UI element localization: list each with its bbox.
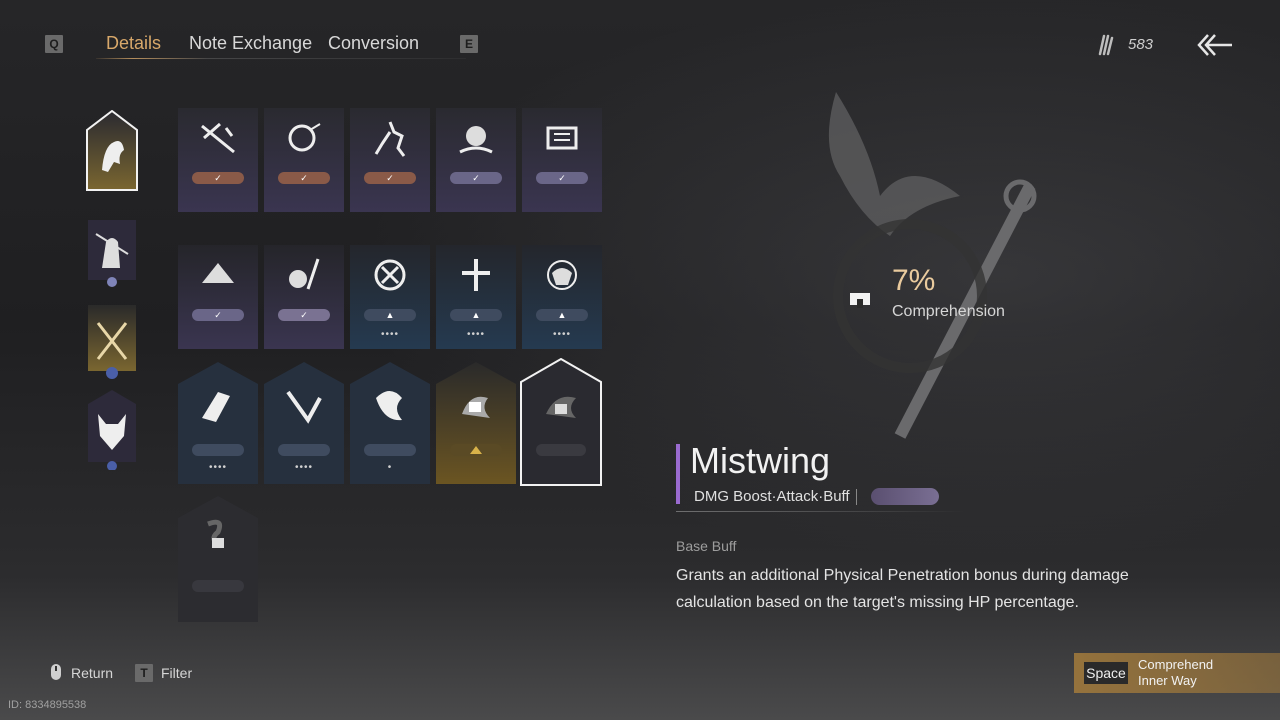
space-key: Space — [1084, 662, 1128, 684]
item-description: Grants an additional Physical Penetratio… — [676, 567, 1129, 611]
tab-conversion[interactable]: Conversion — [328, 33, 419, 54]
chains-icon — [459, 126, 493, 154]
shell-icon — [288, 123, 321, 152]
item-title: Mistwing — [690, 440, 831, 481]
item-tags: DMG Boost·Attack·Buff — [694, 488, 850, 505]
category-swordsman[interactable] — [88, 220, 136, 298]
inner-way-card[interactable]: ▲ •••• — [522, 245, 602, 349]
star-dots: •••• — [294, 462, 313, 473]
title-divider — [676, 511, 966, 512]
filter-key[interactable]: T — [135, 664, 153, 682]
tier-pill — [871, 488, 939, 505]
player-id: ID: 8334895538 — [8, 699, 87, 711]
tier-pill: ✓ — [278, 309, 330, 321]
inner-way-card[interactable]: ✓ — [350, 108, 430, 212]
inner-way-card[interactable] — [436, 362, 516, 484]
inner-way-card[interactable]: •••• — [264, 362, 344, 484]
return-button[interactable]: Return — [71, 665, 113, 681]
inner-way-card[interactable]: ✓ — [178, 108, 258, 212]
tier-pill: ▲ — [450, 309, 502, 321]
tab-details[interactable]: Details — [106, 33, 161, 54]
tier-pill: ✓ — [192, 309, 244, 321]
star-dots: • — [387, 462, 393, 473]
star-dots: •••• — [208, 462, 227, 473]
inner-way-card[interactable]: ▲ •••• — [350, 245, 430, 349]
gourd-sword-icon — [289, 258, 320, 290]
category-wolf[interactable] — [88, 390, 136, 470]
title-accent-bar — [676, 444, 680, 504]
scroll-icon — [546, 126, 578, 150]
tier-pill: ✓ — [278, 172, 330, 184]
comprehension-icon — [848, 290, 872, 310]
inner-way-card[interactable]: ✓ — [522, 108, 602, 212]
inner-way-card[interactable]: ▲ •••• — [436, 245, 516, 349]
inner-way-card[interactable]: ✓ — [264, 108, 344, 212]
comprehension-label: Comprehension — [892, 303, 1005, 320]
star-dots: •••• — [380, 329, 399, 340]
tier-pill: ✓ — [536, 172, 588, 184]
rider-icon — [374, 121, 406, 157]
inner-way-card[interactable]: ✓ — [264, 245, 344, 349]
inner-way-card[interactable] — [178, 496, 258, 622]
prev-tab-key[interactable]: Q — [45, 35, 63, 53]
tier-pill: ✓ — [192, 172, 244, 184]
next-tab-key[interactable]: E — [460, 35, 478, 53]
tab-note-exchange[interactable]: Note Exchange — [189, 33, 312, 54]
filter-button[interactable]: Filter — [161, 665, 192, 681]
tier-pill: ▲ — [536, 309, 588, 321]
muscle-icon — [547, 260, 577, 290]
tier-pill: ✓ — [364, 172, 416, 184]
hat-icon — [202, 263, 234, 283]
back-arrow-icon[interactable] — [1196, 30, 1236, 60]
feather-bundle-icon — [1096, 34, 1116, 56]
inner-way-card[interactable]: • — [350, 362, 430, 484]
category-weapons[interactable] — [88, 305, 136, 383]
inner-way-card[interactable]: •••• — [178, 362, 258, 484]
inner-way-card-mistwing[interactable] — [520, 357, 602, 486]
tab-underline — [96, 58, 466, 59]
section-label: Base Buff — [676, 538, 737, 554]
spear-icon — [201, 122, 235, 154]
comprehension-percent: 7% — [892, 264, 936, 297]
comprehend-button[interactable]: Space Comprehend Inner Way — [1074, 653, 1280, 693]
category-horse[interactable] — [86, 110, 138, 194]
tag-separator — [856, 489, 857, 505]
mouse-icon — [50, 663, 62, 681]
inner-way-card[interactable]: ✓ — [178, 245, 258, 349]
cross-icon — [462, 259, 490, 291]
star-dots: •••• — [466, 329, 485, 340]
sealed-circle-icon — [374, 259, 406, 291]
currency-amount: 583 — [1128, 36, 1154, 53]
comprehend-label: Comprehend Inner Way — [1138, 657, 1214, 688]
star-dots: •••• — [552, 329, 571, 340]
tier-pill: ▲ — [364, 309, 416, 321]
inner-way-card[interactable]: ✓ — [436, 108, 516, 212]
tier-pill: ✓ — [450, 172, 502, 184]
